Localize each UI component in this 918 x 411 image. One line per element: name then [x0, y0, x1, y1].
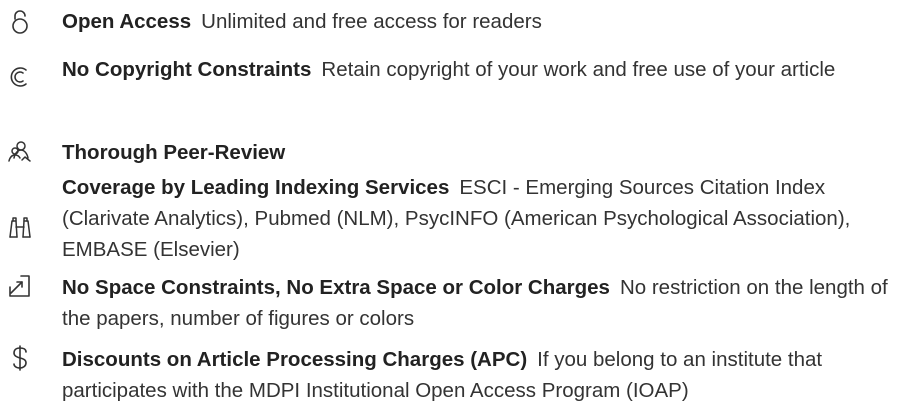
benefit-title: Discounts on Article Processing Charges … [62, 348, 528, 371]
copyright-icon [0, 61, 40, 93]
binoculars-icon [0, 212, 40, 244]
benefit-text: No Space Constraints, No Extra Space or … [62, 272, 908, 334]
lock-open-icon [0, 6, 40, 38]
benefits-list: Open Access Unlimited and free access for… [0, 0, 918, 411]
benefit-title: Thorough Peer-Review [62, 141, 286, 164]
benefit-description: Unlimited and free access for readers [201, 10, 542, 33]
benefit-text: Discounts on Article Processing Charges … [62, 344, 908, 406]
benefit-text: Thorough Peer-Review [62, 137, 908, 168]
benefit-text: No Copyright Constraints Retain copyright… [62, 54, 908, 85]
benefit-text: Open Access Unlimited and free access for… [62, 6, 908, 37]
benefit-title: No Space Constraints, No Extra Space or … [62, 276, 610, 299]
dollar-icon [0, 342, 40, 374]
benefit-title: No Copyright Constraints [62, 58, 312, 81]
benefit-title: Open Access [62, 10, 192, 33]
benefit-text: Coverage by Leading Indexing Services ESC… [62, 172, 908, 265]
benefit-title: Coverage by Leading Indexing Services [62, 176, 450, 199]
benefit-description: Retain copyright of your work and free u… [321, 58, 836, 81]
peer-review-icon [0, 136, 40, 168]
resize-icon [0, 270, 40, 302]
